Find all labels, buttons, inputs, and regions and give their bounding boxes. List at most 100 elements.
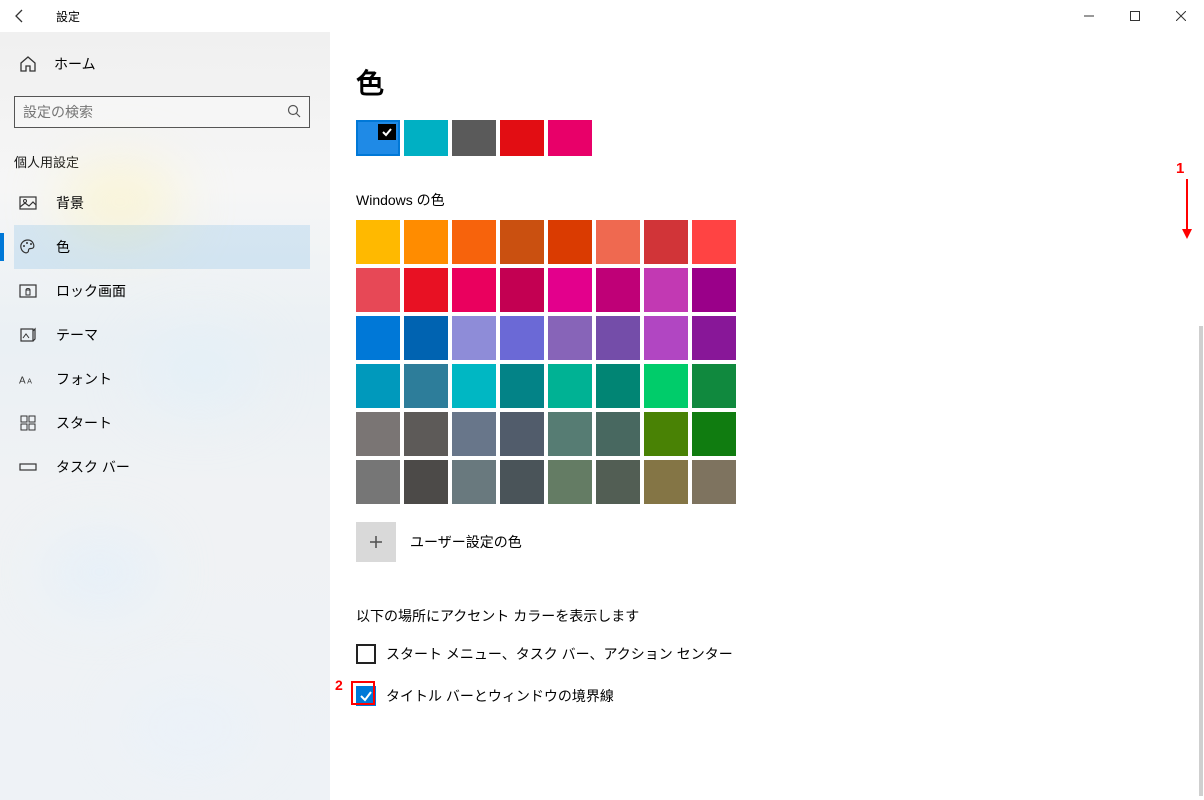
section-title: 個人用設定 <box>14 152 310 171</box>
font-icon: AA <box>18 369 38 389</box>
windows-color-6[interactable] <box>644 220 688 264</box>
recent-color-4[interactable] <box>548 120 592 156</box>
windows-color-14[interactable] <box>644 268 688 312</box>
sidebar-item-label: フォント <box>56 369 112 389</box>
recent-colors <box>356 120 1204 156</box>
checkbox-titlebar-box[interactable] <box>356 686 376 706</box>
sidebar-item-5[interactable]: スタート <box>14 401 310 445</box>
windows-color-26[interactable] <box>452 364 496 408</box>
windows-color-44[interactable] <box>548 460 592 504</box>
windows-color-12[interactable] <box>548 268 592 312</box>
custom-color-row[interactable]: ユーザー設定の色 <box>356 522 1204 562</box>
sidebar-item-label: タスク バー <box>56 457 130 477</box>
windows-color-21[interactable] <box>596 316 640 360</box>
windows-color-19[interactable] <box>500 316 544 360</box>
windows-color-11[interactable] <box>500 268 544 312</box>
windows-color-24[interactable] <box>356 364 400 408</box>
theme-icon <box>18 325 38 345</box>
search-box[interactable] <box>14 96 310 128</box>
sidebar-item-2[interactable]: ロック画面 <box>14 269 310 313</box>
windows-color-3[interactable] <box>500 220 544 264</box>
windows-color-17[interactable] <box>404 316 448 360</box>
windows-color-39[interactable] <box>692 412 736 456</box>
accent-heading: 以下の場所にアクセント カラーを表示します <box>356 606 1204 626</box>
sidebar-item-3[interactable]: テーマ <box>14 313 310 357</box>
windows-color-15[interactable] <box>692 268 736 312</box>
sidebar-item-1[interactable]: 色 <box>14 225 310 269</box>
windows-color-18[interactable] <box>452 316 496 360</box>
windows-color-10[interactable] <box>452 268 496 312</box>
sidebar-item-label: 色 <box>56 237 70 257</box>
windows-color-38[interactable] <box>644 412 688 456</box>
windows-color-9[interactable] <box>404 268 448 312</box>
window-title: 設定 <box>40 8 80 25</box>
windows-color-1[interactable] <box>404 220 448 264</box>
checkbox-start-menu[interactable]: スタート メニュー、タスク バー、アクション センター <box>356 644 1204 664</box>
close-button[interactable] <box>1158 0 1204 32</box>
windows-color-33[interactable] <box>404 412 448 456</box>
titlebar: 設定 <box>0 0 1204 32</box>
windows-color-2[interactable] <box>452 220 496 264</box>
windows-color-23[interactable] <box>692 316 736 360</box>
recent-color-2[interactable] <box>452 120 496 156</box>
sidebar-item-label: 背景 <box>56 193 84 213</box>
minimize-button[interactable] <box>1066 0 1112 32</box>
start-icon <box>18 413 38 433</box>
search-input[interactable] <box>15 104 279 120</box>
windows-color-47[interactable] <box>692 460 736 504</box>
windows-color-37[interactable] <box>596 412 640 456</box>
windows-color-34[interactable] <box>452 412 496 456</box>
windows-color-31[interactable] <box>692 364 736 408</box>
sidebar-item-label: ロック画面 <box>56 281 126 301</box>
windows-color-46[interactable] <box>644 460 688 504</box>
checkbox-start-menu-box[interactable] <box>356 644 376 664</box>
recent-color-0[interactable] <box>356 120 400 156</box>
checkbox-titlebar-label: タイトル バーとウィンドウの境界線 <box>386 686 614 706</box>
windows-color-36[interactable] <box>548 412 592 456</box>
maximize-button[interactable] <box>1112 0 1158 32</box>
windows-color-5[interactable] <box>596 220 640 264</box>
window-controls <box>1066 0 1204 32</box>
windows-color-42[interactable] <box>452 460 496 504</box>
windows-color-43[interactable] <box>500 460 544 504</box>
recent-color-1[interactable] <box>404 120 448 156</box>
windows-color-29[interactable] <box>596 364 640 408</box>
sidebar-item-6[interactable]: タスク バー <box>14 445 310 489</box>
windows-color-30[interactable] <box>644 364 688 408</box>
svg-text:A: A <box>27 377 32 386</box>
windows-color-4[interactable] <box>548 220 592 264</box>
search-icon <box>279 104 309 121</box>
add-custom-color-button[interactable] <box>356 522 396 562</box>
checkbox-start-menu-label: スタート メニュー、タスク バー、アクション センター <box>386 644 733 664</box>
home-label: ホーム <box>54 54 96 74</box>
windows-color-28[interactable] <box>548 364 592 408</box>
sidebar-item-0[interactable]: 背景 <box>14 181 310 225</box>
windows-color-20[interactable] <box>548 316 592 360</box>
windows-color-45[interactable] <box>596 460 640 504</box>
windows-color-13[interactable] <box>596 268 640 312</box>
svg-text:A: A <box>19 376 26 387</box>
windows-color-8[interactable] <box>356 268 400 312</box>
windows-color-16[interactable] <box>356 316 400 360</box>
windows-color-35[interactable] <box>500 412 544 456</box>
windows-color-7[interactable] <box>692 220 736 264</box>
windows-color-27[interactable] <box>500 364 544 408</box>
checkbox-titlebar[interactable]: タイトル バーとウィンドウの境界線 <box>356 686 1204 706</box>
picture-icon <box>18 193 38 213</box>
back-button[interactable] <box>0 0 40 32</box>
windows-color-22[interactable] <box>644 316 688 360</box>
windows-color-40[interactable] <box>356 460 400 504</box>
taskbar-icon <box>18 457 38 477</box>
sidebar-item-4[interactable]: AA フォント <box>14 357 310 401</box>
recent-color-3[interactable] <box>500 120 544 156</box>
scrollbar[interactable] <box>1199 326 1203 796</box>
windows-color-41[interactable] <box>404 460 448 504</box>
home-link[interactable]: ホーム <box>14 42 310 86</box>
windows-color-32[interactable] <box>356 412 400 456</box>
sidebar-item-label: スタート <box>56 413 112 433</box>
windows-color-0[interactable] <box>356 220 400 264</box>
palette-icon <box>18 237 38 257</box>
sidebar: ホーム 個人用設定 背景色ロック画面テーマ AA フォントスタートタスク バー <box>0 32 330 800</box>
lock-icon <box>18 281 38 301</box>
windows-color-25[interactable] <box>404 364 448 408</box>
